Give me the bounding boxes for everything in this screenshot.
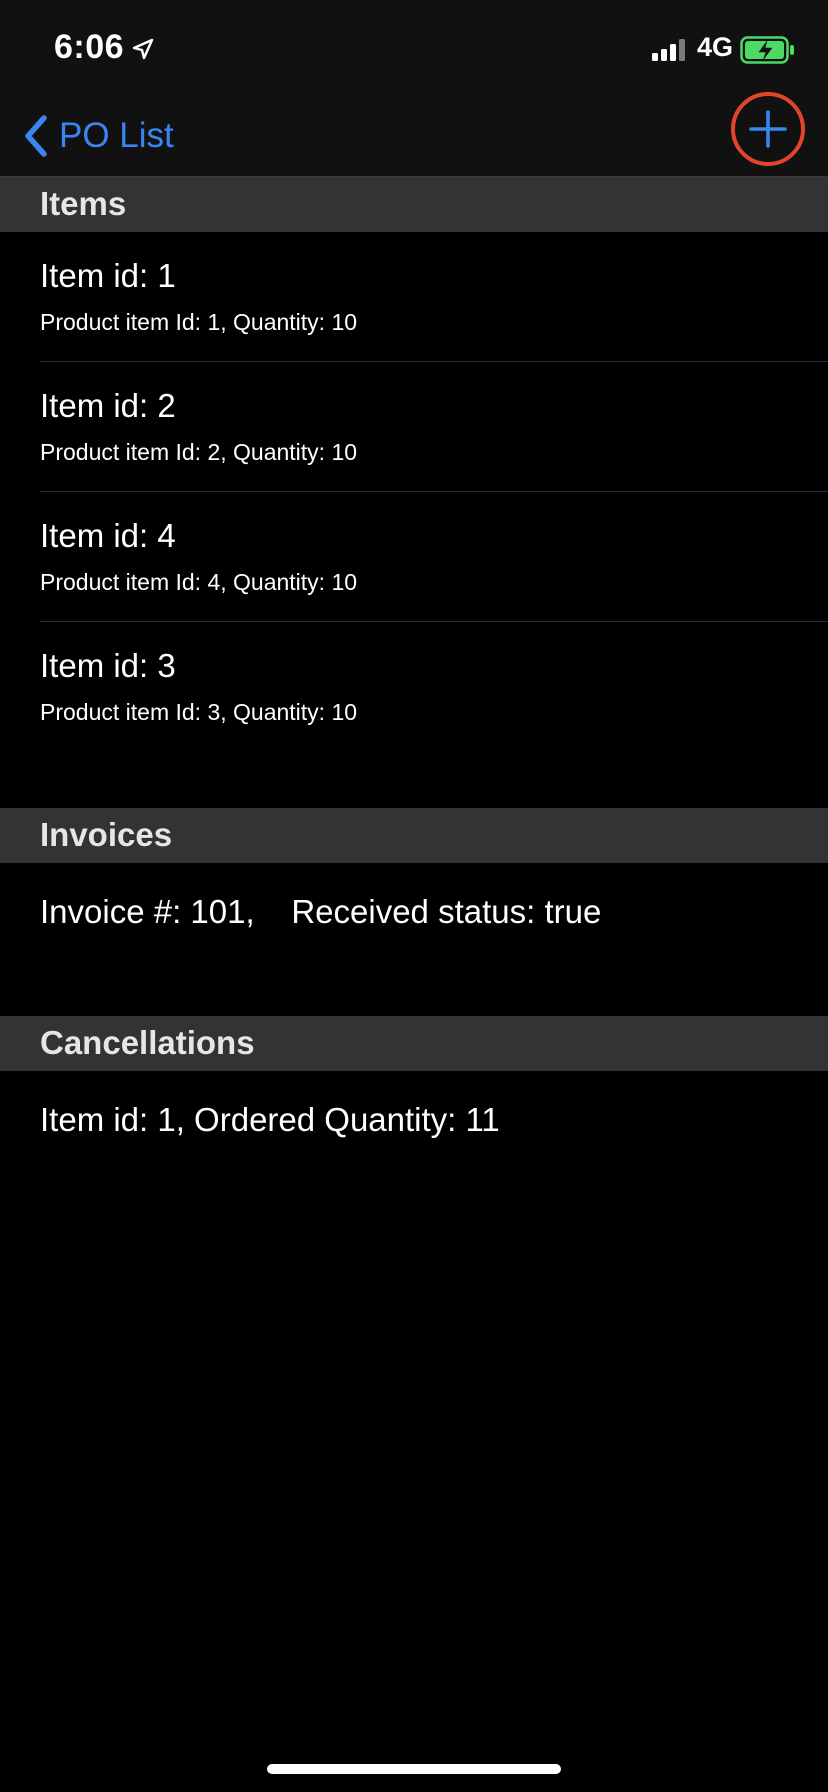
network-label: 4G [697,32,734,62]
add-button[interactable] [731,92,805,166]
item-title: Item id: 3 [40,647,176,684]
back-button[interactable]: PO List [22,108,174,164]
status-time: 6:06 [54,28,125,66]
items-section-header: Items [0,177,828,232]
invoice-row[interactable]: Invoice #: 101, Received status: true [40,893,601,931]
item-title: Item id: 1 [40,257,176,294]
item-subtitle: Product item Id: 2, Quantity: 10 [40,439,358,465]
home-indicator[interactable] [267,1764,561,1774]
item-subtitle: Product item Id: 1, Quantity: 10 [40,309,358,335]
cancellations-section-header: Cancellations [0,1016,828,1071]
list-item[interactable]: Item id: 4 Product item Id: 4, Quantity:… [0,492,828,622]
list-item[interactable]: Item id: 1 Product item Id: 1, Quantity:… [0,232,828,362]
location-arrow-icon [132,38,154,60]
list-item[interactable]: Item id: 2 Product item Id: 2, Quantity:… [0,362,828,492]
item-subtitle: Product item Id: 4, Quantity: 10 [40,569,358,595]
invoices-section-title: Invoices [40,816,173,853]
plus-icon [749,110,787,148]
chevron-left-icon [25,115,47,157]
item-subtitle: Product item Id: 3, Quantity: 10 [40,699,358,725]
cancellation-row[interactable]: Item id: 1, Ordered Quantity: 11 [40,1101,500,1139]
invoices-section-header: Invoices [0,808,828,863]
navigation-bar: PO List [0,100,828,177]
cellular-signal-icon [652,39,685,61]
list-item[interactable]: Item id: 3 Product item Id: 3, Quantity:… [0,622,828,752]
item-title: Item id: 2 [40,387,176,424]
cancellations-section-title: Cancellations [40,1024,255,1061]
status-bar: 6:06 4G [0,0,828,100]
battery-charging-icon [740,36,794,64]
items-section-title: Items [40,185,127,222]
item-title: Item id: 4 [40,517,176,554]
back-button-label: PO List [59,116,174,155]
